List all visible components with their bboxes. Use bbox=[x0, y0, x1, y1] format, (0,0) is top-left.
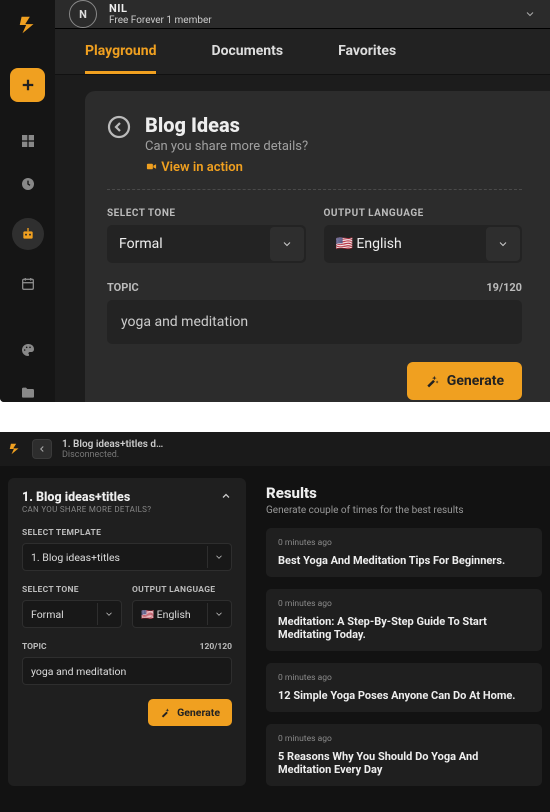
generate-button[interactable]: Generate bbox=[407, 362, 522, 400]
new-button[interactable] bbox=[10, 68, 45, 102]
tab-favorites[interactable]: Favorites bbox=[338, 29, 396, 74]
template-label: SELECT TEMPLATE bbox=[22, 528, 232, 538]
view-in-action-link[interactable]: View in action bbox=[145, 160, 308, 175]
tab-bar: Playground Documents Favorites bbox=[55, 29, 550, 75]
language-label: OUTPUT LANGUAGE bbox=[324, 208, 523, 219]
magic-icon bbox=[425, 374, 439, 388]
settings-panel: 1. Blog ideas+titles CAN YOU SHARE MORE … bbox=[8, 478, 246, 786]
result-item[interactable]: 0 minutes ago Meditation: A Step-By-Step… bbox=[266, 589, 542, 651]
template-select[interactable]: 1. Blog ideas+titles bbox=[22, 543, 232, 571]
language-select[interactable]: 🇺🇸 English bbox=[324, 225, 523, 263]
history-icon[interactable] bbox=[19, 175, 37, 193]
panel-title: 1. Blog ideas+titles bbox=[22, 490, 151, 505]
dashboard-icon[interactable] bbox=[19, 132, 37, 150]
collapse-icon[interactable] bbox=[220, 490, 232, 502]
workspace-header[interactable]: N NIL Free Forever 1 member bbox=[55, 0, 550, 29]
panel-title: Blog Ideas bbox=[145, 113, 308, 137]
connection-status: Disconnected. bbox=[62, 450, 163, 460]
result-text: 12 Simple Yoga Poses Anyone Can Do At Ho… bbox=[278, 689, 530, 702]
result-timestamp: 0 minutes ago bbox=[278, 599, 530, 609]
avatar: N bbox=[69, 0, 97, 28]
top-bar: 1. Blog ideas+titles d… Disconnected. bbox=[0, 432, 550, 466]
chevron-down-icon bbox=[207, 546, 229, 568]
results-subtitle: Generate couple of times for the best re… bbox=[266, 505, 542, 516]
results-panel: Results Generate couple of times for the… bbox=[260, 478, 542, 786]
result-text: 5 Reasons Why You Should Do Yoga And Med… bbox=[278, 750, 530, 776]
topic-input[interactable]: yoga and meditation bbox=[22, 657, 232, 685]
tone-select[interactable]: Formal bbox=[107, 225, 306, 263]
chevron-down-icon bbox=[270, 227, 304, 261]
back-icon[interactable] bbox=[107, 115, 131, 139]
back-button[interactable] bbox=[32, 439, 52, 459]
video-icon bbox=[145, 161, 158, 172]
chevron-down-icon bbox=[97, 603, 119, 625]
result-item[interactable]: 0 minutes ago 5 Reasons Why You Should D… bbox=[266, 724, 542, 786]
result-text: Meditation: A Step-By-Step Guide To Star… bbox=[278, 615, 530, 641]
panel-subtitle: CAN YOU SHARE MORE DETAILS? bbox=[22, 505, 151, 514]
magic-icon bbox=[160, 707, 171, 718]
topic-counter: 19/120 bbox=[486, 281, 522, 294]
topic-label: TOPIC bbox=[22, 642, 47, 652]
breadcrumb: 1. Blog ideas+titles d… bbox=[62, 439, 163, 450]
app-logo bbox=[15, 12, 41, 38]
generator-panel: Blog Ideas Can you share more details? V… bbox=[85, 91, 550, 402]
chevron-down-icon bbox=[486, 227, 520, 261]
panel-subtitle: Can you share more details? bbox=[145, 139, 308, 154]
tab-documents[interactable]: Documents bbox=[211, 29, 283, 74]
chevron-down-icon bbox=[524, 8, 536, 20]
tone-label: SELECT TONE bbox=[22, 585, 122, 595]
tone-label: SELECT TONE bbox=[107, 208, 306, 219]
palette-icon[interactable] bbox=[19, 341, 37, 359]
app-logo bbox=[8, 442, 22, 456]
robot-icon[interactable] bbox=[12, 218, 44, 250]
result-item[interactable]: 0 minutes ago 12 Simple Yoga Poses Anyon… bbox=[266, 663, 542, 712]
workspace-plan: Free Forever 1 member bbox=[109, 15, 512, 26]
result-timestamp: 0 minutes ago bbox=[278, 673, 530, 683]
result-timestamp: 0 minutes ago bbox=[278, 734, 530, 744]
workspace-name: NIL bbox=[109, 2, 512, 15]
folder-icon[interactable] bbox=[19, 384, 37, 402]
results-title: Results bbox=[266, 484, 542, 502]
result-item[interactable]: 0 minutes ago Best Yoga And Meditation T… bbox=[266, 528, 542, 577]
language-select[interactable]: 🇺🇸 English bbox=[132, 600, 232, 628]
topic-counter: 120/120 bbox=[200, 642, 232, 652]
topic-label: TOPIC bbox=[107, 281, 139, 294]
generate-button[interactable]: Generate bbox=[148, 699, 232, 726]
sidebar bbox=[0, 0, 55, 402]
chevron-down-icon bbox=[207, 603, 229, 625]
tone-select[interactable]: Formal bbox=[22, 600, 122, 628]
topic-input[interactable]: yoga and meditation bbox=[107, 300, 522, 344]
language-label: OUTPUT LANGUAGE bbox=[132, 585, 232, 595]
tab-playground[interactable]: Playground bbox=[85, 29, 156, 74]
result-timestamp: 0 minutes ago bbox=[278, 538, 530, 548]
calendar-icon[interactable] bbox=[19, 275, 37, 293]
result-text: Best Yoga And Meditation Tips For Beginn… bbox=[278, 554, 530, 567]
